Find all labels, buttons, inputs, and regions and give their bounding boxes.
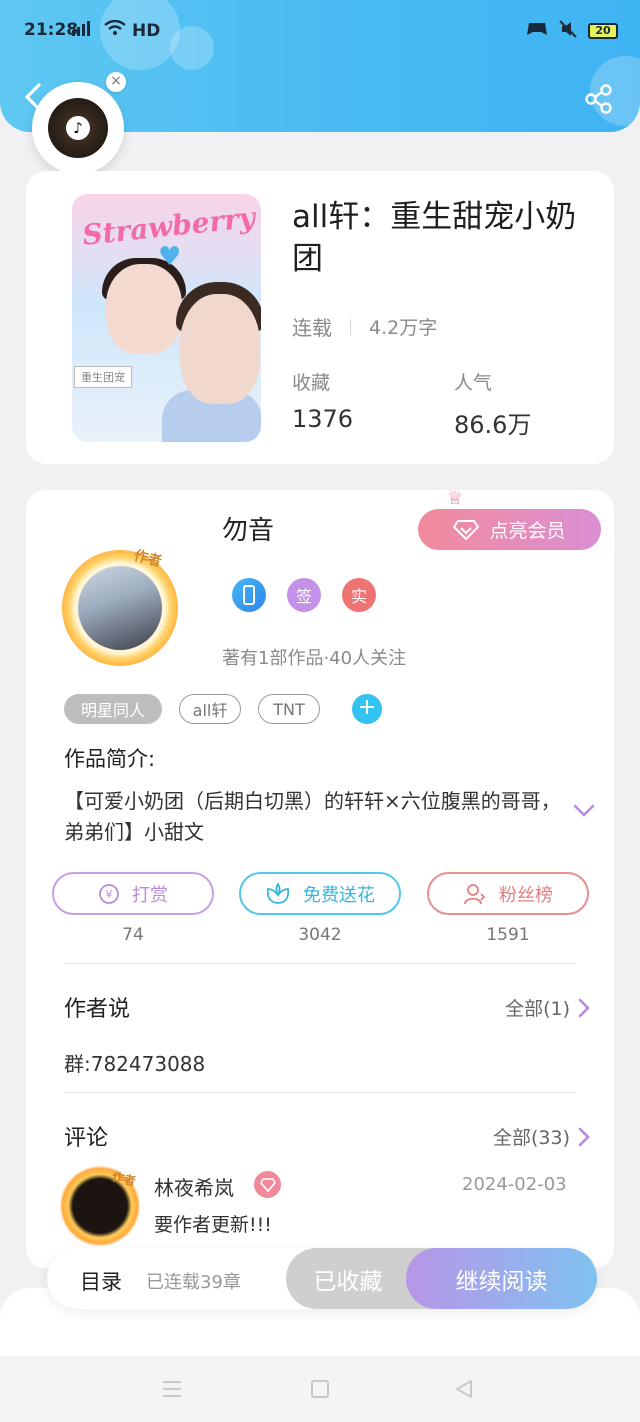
menu-icon[interactable] (162, 1380, 182, 1398)
comment-avatar[interactable]: 作者 (56, 1160, 140, 1246)
fan-icon (464, 883, 486, 904)
intro-text: 【可爱小奶团（后期白切黑）的轩轩×六位腹黑的哥哥，弟弟们】小甜文 (64, 789, 561, 844)
flower-count: 3042 (298, 925, 342, 945)
battery-indicator: 20 (588, 23, 618, 39)
popularity-value: 86.6万 (454, 411, 532, 439)
phone-badge-icon[interactable] (232, 578, 266, 612)
catalog-button[interactable]: 目录 (80, 1266, 122, 1296)
popularity-label: 人气 (454, 372, 493, 394)
hd-indicator: HD (132, 20, 161, 41)
music-disc: ♪ (48, 98, 108, 158)
music-close-button[interactable]: × (106, 72, 126, 92)
comments-more[interactable]: 全部(33) (493, 1123, 590, 1150)
chapters-count[interactable]: 已连载39章 (146, 1268, 241, 1294)
mute-icon (558, 20, 578, 42)
fan-count: 1591 (486, 925, 530, 945)
chevron-right-icon (578, 998, 590, 1017)
svg-text:¥: ¥ (106, 888, 113, 901)
comment-text: 要作者更新!!! (154, 1214, 272, 1236)
music-widget[interactable]: ♪ (32, 82, 124, 174)
expand-intro-button[interactable] (572, 798, 596, 822)
add-tag-icon[interactable]: + (352, 694, 382, 724)
share-icon (585, 84, 612, 114)
system-nav-bar (0, 1356, 640, 1422)
heart-icon: ♥ (158, 242, 182, 272)
author-says-label: 作者说 (64, 997, 131, 1022)
fan-rank-button[interactable]: 粉丝榜 (427, 872, 589, 915)
author-avatar[interactable]: 作者 (56, 540, 184, 666)
chevron-right-icon (578, 1127, 590, 1146)
collect-label: 收藏 (292, 372, 331, 394)
continue-reading-button[interactable]: 继续阅读 (406, 1248, 597, 1309)
tag-1[interactable]: all轩 (179, 694, 241, 724)
author-works-info: 著有1部作品·40人关注 (222, 648, 407, 669)
tip-button[interactable]: ¥ 打赏 (52, 872, 214, 915)
send-flower-button[interactable]: 免费送花 (239, 872, 401, 915)
book-title: all轩：重生甜宠小奶团 (292, 199, 577, 277)
book-cover[interactable]: ♥ Strawberry 重生团宠 (72, 194, 261, 442)
home-icon[interactable] (310, 1380, 330, 1398)
tag-2[interactable]: TNT (258, 694, 320, 724)
author-name[interactable]: 勿音 (222, 510, 274, 547)
tip-count: 74 (122, 925, 144, 945)
intro-label: 作品简介: (64, 747, 156, 771)
comment-date: 2024-02-03 (462, 1174, 567, 1195)
divider (64, 1092, 576, 1093)
comment-user[interactable]: 林夜希岚 (154, 1172, 234, 1201)
vip-button-label: 点亮会员 (489, 520, 566, 542)
divider (64, 963, 576, 964)
book-status-row: 连载 4.2万字 (292, 312, 437, 341)
diamond-icon (453, 519, 480, 540)
author-says-text: 群:782473088 (64, 1052, 206, 1076)
wifi-icon (104, 19, 126, 41)
game-icon (526, 21, 548, 41)
music-note-icon: ♪ (66, 116, 90, 140)
comments-label: 评论 (64, 1126, 109, 1151)
tag-0[interactable]: 明星同人 (64, 694, 162, 724)
word-count: 4.2万字 (369, 317, 438, 339)
crown-icon: ♕ (447, 488, 464, 509)
sign-badge-icon[interactable]: 签 (287, 578, 321, 612)
collect-value: 1376 (292, 405, 354, 433)
verified-badge-icon[interactable]: 实 (342, 578, 376, 612)
signal-icon (72, 20, 98, 41)
status-network: HD (72, 19, 161, 41)
author-says-more[interactable]: 全部(1) (505, 994, 590, 1021)
share-button[interactable] (584, 84, 614, 114)
back-icon[interactable] (454, 1379, 474, 1399)
cover-subtitle: 重生团宠 (74, 366, 132, 388)
yen-icon: ¥ (99, 883, 119, 904)
status-right: 20 (526, 20, 618, 42)
vip-diamond-icon (254, 1171, 281, 1198)
serial-status: 连载 (292, 316, 332, 340)
chevron-down-icon (573, 804, 595, 817)
flower-icon (266, 882, 290, 904)
status-time: 21:28 (24, 20, 79, 40)
vip-button[interactable]: 点亮会员 (418, 509, 601, 550)
